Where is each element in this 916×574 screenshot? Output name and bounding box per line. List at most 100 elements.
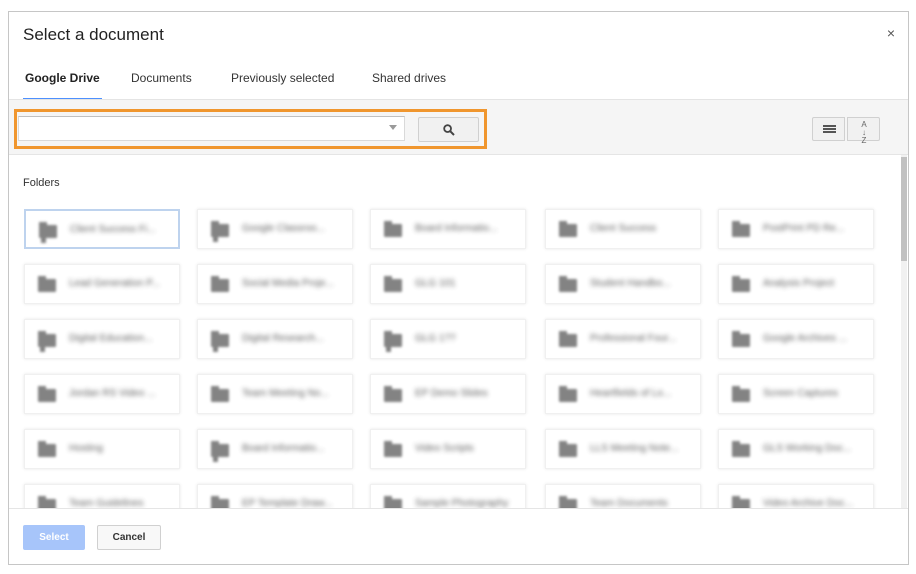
folder-item[interactable]: GLG 1?? xyxy=(370,319,526,359)
folder-name: Video Scripts xyxy=(415,443,474,454)
search-button[interactable] xyxy=(418,117,479,142)
folder-item[interactable]: GLS Working Doc... xyxy=(718,429,874,469)
folder-name: Google Classroo... xyxy=(242,223,325,234)
folder-item[interactable]: Digital Research... xyxy=(197,319,353,359)
folder-icon xyxy=(211,386,229,402)
shared-folder-icon xyxy=(39,222,57,243)
folder-name: Analysis Project xyxy=(763,278,835,289)
search-dropdown-chevron-down-icon[interactable] xyxy=(389,125,397,130)
folder-item[interactable]: Digital Education... xyxy=(24,319,180,359)
folder-name: Digital Research... xyxy=(242,333,324,344)
tab-shared-drives[interactable]: Shared drives xyxy=(372,64,446,100)
folder-item[interactable]: Board Informatio... xyxy=(370,209,526,249)
folder-browser: Folders Client Success Fi... Google Class… xyxy=(9,155,908,510)
folder-icon xyxy=(732,331,750,347)
folder-item[interactable]: Google Classroo... xyxy=(197,209,353,249)
folder-icon xyxy=(384,276,402,292)
folder-name: Google Archives ... xyxy=(763,333,847,344)
folder-name: Board Informatio... xyxy=(242,443,325,454)
folder-icon xyxy=(732,386,750,402)
folder-icon xyxy=(384,386,402,402)
folder-name: Client Success xyxy=(590,223,657,234)
cancel-button[interactable]: Cancel xyxy=(97,525,161,550)
select-button[interactable]: Select xyxy=(23,525,85,550)
folder-icon xyxy=(384,441,402,457)
search-input[interactable] xyxy=(18,116,405,141)
folder-name: GLG 1?? xyxy=(415,333,456,344)
shared-folder-icon xyxy=(211,331,229,352)
folder-icon xyxy=(732,276,750,292)
folder-item[interactable]: Screen Captures xyxy=(718,374,874,414)
folder-name: Screen Captures xyxy=(763,388,839,399)
folder-item[interactable]: Sample Photography xyxy=(370,484,526,510)
folder-item[interactable]: Analysis Project xyxy=(718,264,874,304)
folder-item[interactable]: EP Demo Slides xyxy=(370,374,526,414)
search-toolbar: A ↓ Z xyxy=(9,100,908,155)
folder-name: Digital Education... xyxy=(69,333,153,344)
folder-name: EP Demo Slides xyxy=(415,388,488,399)
close-icon[interactable]: × xyxy=(884,26,898,40)
folder-icon xyxy=(384,221,402,237)
tab-google-drive[interactable]: Google Drive xyxy=(23,64,102,100)
folder-name: Client Success Fi... xyxy=(70,224,156,235)
tab-previously-selected[interactable]: Previously selected xyxy=(231,64,334,100)
folder-item[interactable]: Team Documents xyxy=(545,484,701,510)
folder-item[interactable]: Professional Four... xyxy=(545,319,701,359)
folder-item[interactable]: Team Meeting No... xyxy=(197,374,353,414)
folder-item[interactable]: Hosting xyxy=(24,429,180,469)
folder-name: Jordan RS Video ... xyxy=(69,388,156,399)
folder-icon xyxy=(38,441,56,457)
folder-item[interactable]: Student Handbo... xyxy=(545,264,701,304)
shared-folder-icon xyxy=(211,221,229,242)
list-view-button[interactable] xyxy=(812,117,845,141)
tab-documents[interactable]: Documents xyxy=(131,64,192,100)
scrollbar-thumb[interactable] xyxy=(901,157,907,261)
sort-button[interactable]: A ↓ Z xyxy=(847,117,880,145)
folder-item[interactable]: Google Archives ... xyxy=(718,319,874,359)
folder-item[interactable]: Client Success Fi... xyxy=(24,209,180,249)
folder-item[interactable]: GLG 101 xyxy=(370,264,526,304)
folder-name: GLG 101 xyxy=(415,278,456,289)
folder-name: Board Informatio... xyxy=(415,223,498,234)
folder-item[interactable]: LLS Meeting Note... xyxy=(545,429,701,469)
folder-item[interactable]: EP Template Draw... xyxy=(197,484,353,510)
folder-item[interactable]: Video Scripts xyxy=(370,429,526,469)
folder-item[interactable]: Client Success xyxy=(545,209,701,249)
folder-icon xyxy=(559,276,577,292)
folder-item[interactable]: Heartfields of Lo... xyxy=(545,374,701,414)
folder-item[interactable]: Jordan RS Video ... xyxy=(24,374,180,414)
select-document-dialog: Select a document × Google Drive Documen… xyxy=(8,11,909,565)
folder-name: Hosting xyxy=(69,443,103,454)
folder-icon xyxy=(211,276,229,292)
list-view-icon xyxy=(823,125,836,134)
folder-name: Social Media Proje... xyxy=(242,278,334,289)
dialog-title: Select a document xyxy=(23,25,164,44)
folder-item[interactable]: Video Archive Doc... xyxy=(718,484,874,510)
folder-item[interactable]: Social Media Proje... xyxy=(197,264,353,304)
shared-folder-icon xyxy=(38,331,56,352)
tab-bar: Google Drive Documents Previously select… xyxy=(9,64,908,100)
folder-item[interactable]: PostPrint PD Re... xyxy=(718,209,874,249)
folder-name: PostPrint PD Re... xyxy=(763,223,845,234)
folder-item[interactable]: Board Informatio... xyxy=(197,429,353,469)
folder-name: GLS Working Doc... xyxy=(763,443,852,454)
folder-icon xyxy=(559,331,577,347)
folder-icon xyxy=(559,386,577,402)
folder-name: Lead Generation P... xyxy=(69,278,160,289)
search-icon xyxy=(443,124,455,136)
folder-item[interactable]: Team Guidelines xyxy=(24,484,180,510)
dialog-footer: Select Cancel xyxy=(9,508,908,564)
shared-folder-icon xyxy=(384,331,402,352)
folder-name: Professional Four... xyxy=(590,333,677,344)
folder-icon xyxy=(559,441,577,457)
folder-icon xyxy=(559,221,577,237)
folder-icon xyxy=(38,276,56,292)
scrollbar[interactable] xyxy=(901,155,907,510)
folder-item[interactable]: Lead Generation P... xyxy=(24,264,180,304)
folder-name: Student Handbo... xyxy=(590,278,671,289)
folder-icon xyxy=(38,386,56,402)
sort-az-icon: A ↓ Z xyxy=(861,120,867,145)
folder-name: Team Meeting No... xyxy=(242,388,329,399)
shared-folder-icon xyxy=(211,441,229,462)
folder-icon xyxy=(732,221,750,237)
